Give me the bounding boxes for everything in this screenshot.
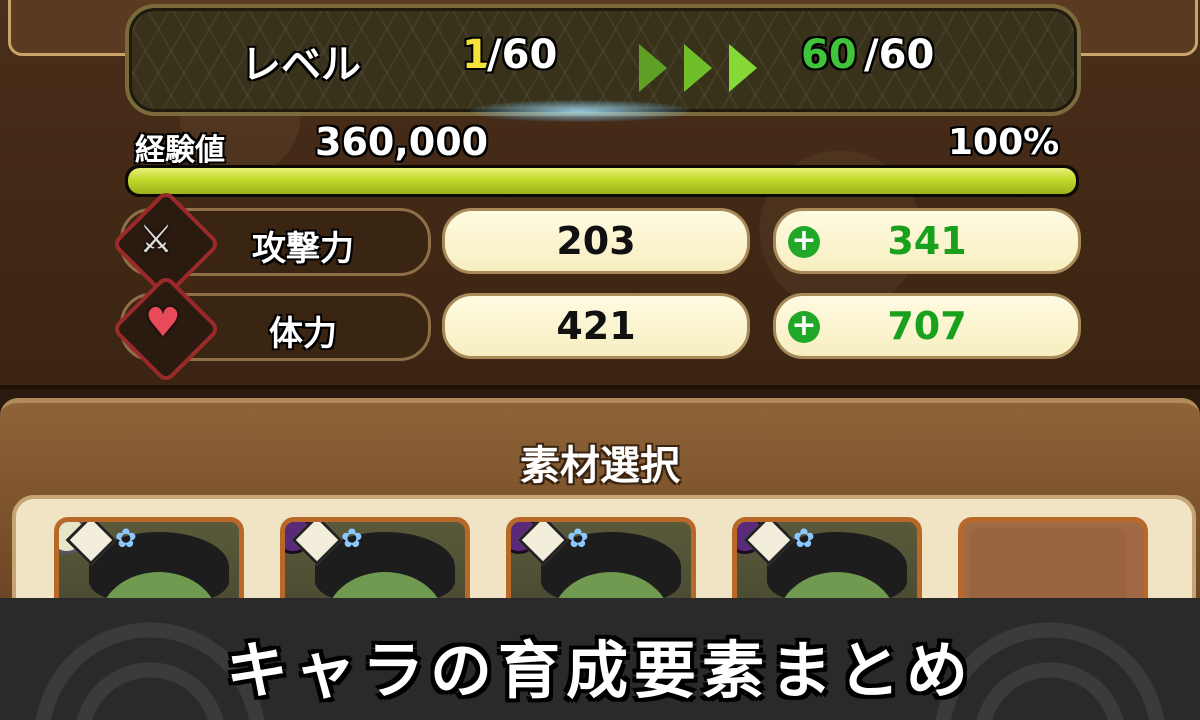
flower-icon: ✿ [115, 524, 137, 554]
level-current: 1 [462, 32, 490, 78]
glow-effect [470, 100, 690, 122]
stat-label: 攻撃力 [252, 229, 354, 269]
exp-value: 360,000 [315, 120, 489, 164]
exp-label: 経験値 [135, 133, 225, 168]
crossed-swords-icon: ⚔ [139, 217, 174, 261]
exp-progress-fill [128, 168, 1076, 194]
stat-bonus-value: 707 [887, 304, 967, 348]
title-banner: キャラの育成要素まとめ [0, 598, 1200, 720]
flower-icon: ✿ [793, 524, 815, 554]
exp-progress-bar [125, 165, 1079, 197]
banner-title: キャラの育成要素まとめ [225, 634, 974, 707]
level-box: レベル 1 /60 60 /60 [125, 4, 1081, 116]
stat-bonus-box: + 707 [773, 293, 1081, 359]
level-target: 60 [801, 32, 857, 78]
stat-base-value: 203 [442, 208, 750, 274]
stat-bonus-box: + 341 [773, 208, 1081, 274]
plus-icon: + [788, 226, 820, 258]
flower-icon: ✿ [567, 524, 589, 554]
arrow-icon [729, 44, 757, 92]
material-title: 素材選択 [520, 443, 680, 489]
stat-label: 体力 [269, 314, 337, 354]
arrow-icon [639, 44, 667, 92]
level-current-max: /60 [487, 32, 558, 78]
level-target-max: /60 [864, 32, 935, 78]
stat-row-hp: ♥ 体力 421 + 707 [110, 273, 1081, 385]
flower-icon: ✿ [341, 524, 363, 554]
status-panel: レベル 1 /60 60 /60 経験値 360,000 100% ⚔ 攻撃力 … [0, 0, 1200, 389]
stat-label-box: ⚔ 攻撃力 [110, 188, 431, 300]
arrow-icon [684, 44, 712, 92]
exp-percent: 100% [948, 122, 1060, 163]
level-label: レベル [241, 42, 361, 88]
stat-base-value: 421 [442, 293, 750, 359]
stat-label-box: ♥ 体力 [110, 273, 431, 385]
material-panel: 素材選択 ✿ ✿ ✿ ✿ [0, 398, 1200, 697]
heart-icon: ♥ [145, 300, 181, 346]
plus-icon: + [788, 311, 820, 343]
stat-row-attack: ⚔ 攻撃力 203 + 341 [110, 188, 1081, 300]
stat-bonus-value: 341 [887, 219, 967, 263]
